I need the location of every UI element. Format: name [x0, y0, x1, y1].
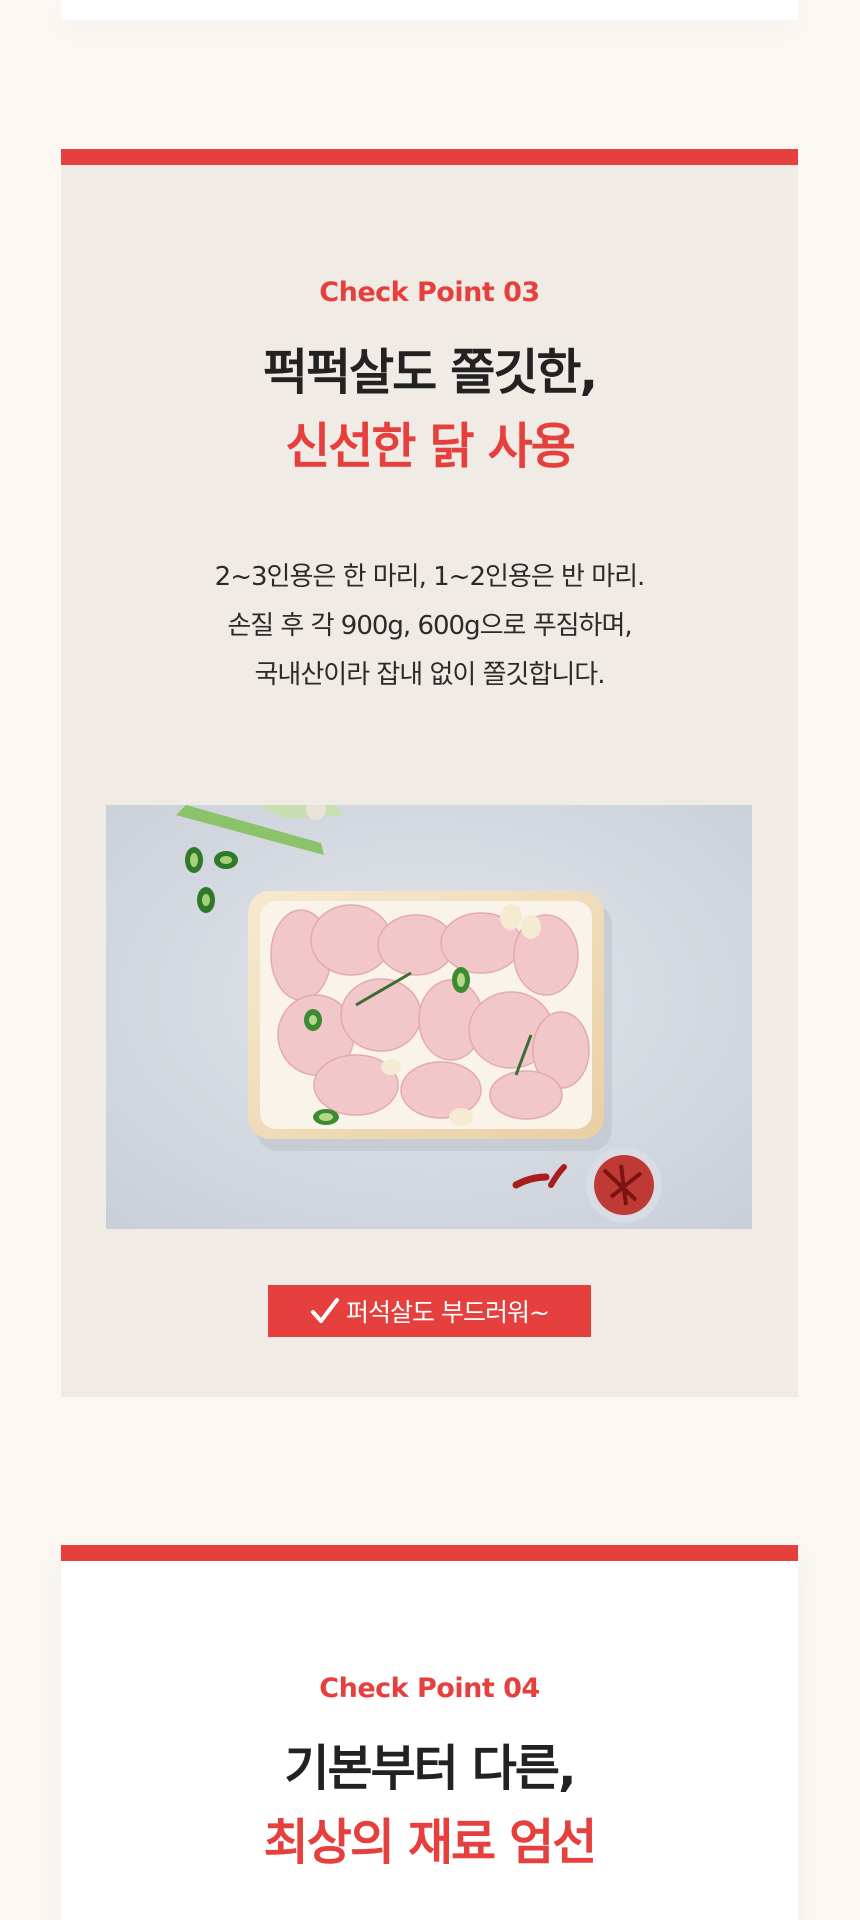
headline-line-1: 기본부터 다른, [284, 1740, 576, 1797]
section-headline: 기본부터 다른, 최상의 재료 엄선 [61, 1732, 798, 1880]
section-headline: 퍽퍽살도 쫄깃한, 신선한 닭 사용 [61, 336, 798, 484]
checkpoint-label: Check Point 04 [319, 1673, 540, 1704]
headline-line-2: 최상의 재료 엄선 [263, 1814, 598, 1871]
description-line-2: 손질 후 각 900g, 600g으로 푸짐하며, [227, 611, 632, 641]
page: Check Point 03 퍽퍽살도 쫄깃한, 신선한 닭 사용 2~3인용은… [0, 0, 860, 1920]
section-accent-bar [61, 149, 798, 165]
description-line-3: 국내산이라 잡내 없이 쫄깃합니다. [254, 660, 606, 690]
headline-line-1: 퍽퍽살도 쫄깃한, [262, 344, 598, 401]
previous-section-card [61, 0, 798, 20]
chicken-tray-illustration [106, 805, 752, 1229]
headline-line-2: 신선한 닭 사용 [285, 418, 576, 475]
check-icon [311, 1298, 340, 1323]
section-accent-bar [61, 1545, 798, 1561]
checkpoint-03-card: Check Point 03 퍽퍽살도 쫄깃한, 신선한 닭 사용 2~3인용은… [61, 149, 798, 1397]
checkpoint-label: Check Point 03 [319, 277, 540, 308]
description-line-1: 2~3인용은 한 마리, 1~2인용은 반 마리. [214, 562, 646, 592]
badge-tender-meat: 퍼석살도 부드러워~ [268, 1285, 591, 1337]
raw-chicken-photo [106, 805, 752, 1229]
section-description: 2~3인용은 한 마리, 1~2인용은 반 마리. 손질 후 각 900g, 6… [61, 553, 798, 700]
badge-label: 퍼석살도 부드러워~ [346, 1298, 550, 1327]
checkpoint-04-card: Check Point 04 기본부터 다른, 최상의 재료 엄선 [61, 1545, 798, 1920]
